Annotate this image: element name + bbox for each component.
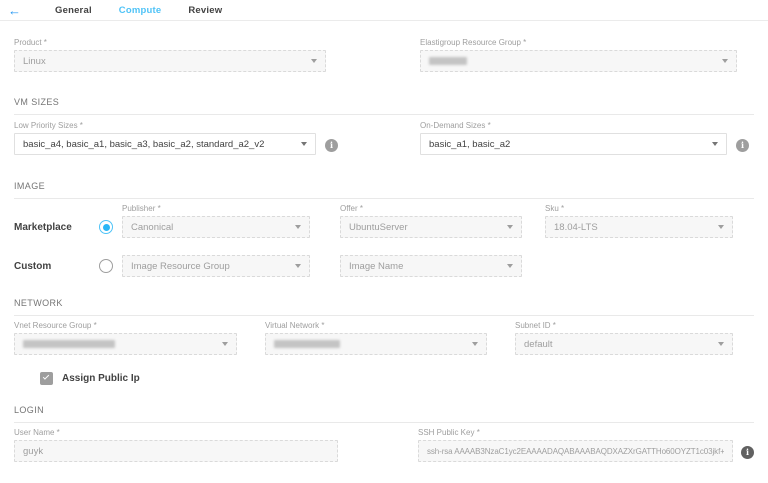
- assign-public-ip-label: Assign Public Ip: [62, 373, 140, 384]
- divider: [14, 315, 754, 316]
- publisher-label: Publisher *: [122, 204, 310, 213]
- vnet-rg-field-group: Vnet Resource Group *: [14, 321, 237, 355]
- subnet-id-select[interactable]: default: [515, 333, 733, 355]
- custom-radio[interactable]: [99, 259, 113, 273]
- offer-select[interactable]: UbuntuServer: [340, 216, 522, 238]
- low-priority-sizes-field-group: Low Priority Sizes * basic_a4, basic_a1,…: [14, 121, 316, 155]
- low-priority-sizes-select[interactable]: basic_a4, basic_a1, basic_a3, basic_a2, …: [14, 133, 316, 155]
- publisher-select[interactable]: Canonical: [122, 216, 310, 238]
- assign-public-ip-checkbox[interactable]: [40, 372, 53, 385]
- virtual-network-select[interactable]: [265, 333, 487, 355]
- offer-label: Offer *: [340, 204, 522, 213]
- custom-option: Custom: [14, 255, 122, 277]
- section-title-network: NETWORK: [14, 298, 754, 308]
- section-title-vm-sizes: VM SIZES: [14, 97, 754, 107]
- chevron-down-icon: [712, 142, 718, 146]
- low-priority-sizes-label: Low Priority Sizes *: [14, 121, 316, 130]
- chevron-down-icon: [301, 142, 307, 146]
- user-name-label: User Name *: [14, 428, 338, 437]
- sku-value: 18.04-LTS: [554, 222, 712, 233]
- sku-field-group: Sku * 18.04-LTS: [545, 204, 733, 238]
- assign-public-ip-row: Assign Public Ip: [40, 372, 754, 385]
- on-demand-sizes-field-group: On-Demand Sizes * basic_a1, basic_a2: [420, 121, 727, 155]
- virtual-network-field-group: Virtual Network *: [265, 321, 487, 355]
- product-field-group: Product * Linux: [14, 38, 326, 72]
- on-demand-sizes-value: basic_a1, basic_a2: [429, 139, 706, 150]
- ssh-public-key-value: ssh-rsa AAAAB3NzaC1yc2EAAAADAQABAAABAQDX…: [427, 447, 724, 456]
- image-resource-group-select[interactable]: Image Resource Group: [122, 255, 310, 277]
- info-icon[interactable]: i: [741, 446, 754, 459]
- chevron-down-icon: [507, 264, 513, 268]
- chevron-down-icon: [222, 342, 228, 346]
- back-arrow-icon[interactable]: ←: [8, 4, 28, 17]
- user-name-field-group: User Name * guyk: [14, 428, 338, 462]
- product-row: Product * Linux Elastigroup Resource Gro…: [14, 38, 754, 72]
- ssh-public-key-label: SSH Public Key *: [418, 428, 733, 437]
- chevron-down-icon: [507, 225, 513, 229]
- redacted-value: [274, 340, 340, 348]
- ssh-public-key-field-group: SSH Public Key * ssh-rsa AAAAB3NzaC1yc2E…: [418, 428, 733, 462]
- virtual-network-label: Virtual Network *: [265, 321, 487, 330]
- subnet-id-label: Subnet ID *: [515, 321, 733, 330]
- image-resource-group-placeholder: Image Resource Group: [131, 261, 289, 272]
- sku-select[interactable]: 18.04-LTS: [545, 216, 733, 238]
- vnet-rg-label: Vnet Resource Group *: [14, 321, 237, 330]
- elastigroup-rg-select[interactable]: [420, 50, 737, 72]
- network-row: Vnet Resource Group * Virtual Network * …: [14, 321, 754, 355]
- user-name-value: guyk: [23, 446, 329, 457]
- chevron-down-icon: [295, 225, 301, 229]
- chevron-down-icon: [718, 225, 724, 229]
- publisher-value: Canonical: [131, 222, 289, 233]
- marketplace-label: Marketplace: [14, 222, 72, 233]
- subnet-id-field-group: Subnet ID * default: [515, 321, 733, 355]
- elastigroup-rg-label: Elastigroup Resource Group *: [420, 38, 737, 47]
- subnet-id-value: default: [524, 339, 712, 350]
- compute-form: Product * Linux Elastigroup Resource Gro…: [0, 38, 768, 483]
- low-priority-sizes-value: basic_a4, basic_a1, basic_a3, basic_a2, …: [23, 139, 295, 150]
- info-icon[interactable]: i: [736, 139, 749, 152]
- chevron-down-icon: [295, 264, 301, 268]
- marketplace-option: Marketplace: [14, 216, 122, 238]
- tab-general[interactable]: General: [55, 5, 92, 16]
- check-icon: [43, 373, 49, 379]
- offer-value: UbuntuServer: [349, 222, 501, 233]
- divider: [14, 198, 754, 199]
- user-name-input[interactable]: guyk: [14, 440, 338, 462]
- chevron-down-icon: [718, 342, 724, 346]
- chevron-down-icon: [472, 342, 478, 346]
- ssh-public-key-input[interactable]: ssh-rsa AAAAB3NzaC1yc2EAAAADAQABAAABAQDX…: [418, 440, 733, 462]
- image-name-placeholder: Image Name: [349, 261, 501, 272]
- vm-sizes-row: Low Priority Sizes * basic_a4, basic_a1,…: [14, 121, 754, 155]
- divider: [14, 422, 754, 423]
- image-name-select[interactable]: Image Name: [340, 255, 522, 277]
- chevron-down-icon: [722, 59, 728, 63]
- redacted-value: [23, 340, 115, 348]
- marketplace-row: Marketplace Publisher * Canonical Offer …: [14, 204, 754, 238]
- info-icon[interactable]: i: [325, 139, 338, 152]
- elastigroup-rg-field-group: Elastigroup Resource Group *: [420, 38, 737, 72]
- on-demand-sizes-label: On-Demand Sizes *: [420, 121, 727, 130]
- offer-field-group: Offer * UbuntuServer: [340, 204, 522, 238]
- product-label: Product *: [14, 38, 326, 47]
- sku-label: Sku *: [545, 204, 733, 213]
- tab-review[interactable]: Review: [188, 5, 222, 16]
- chevron-down-icon: [311, 59, 317, 63]
- vnet-rg-select[interactable]: [14, 333, 237, 355]
- product-select[interactable]: Linux: [14, 50, 326, 72]
- on-demand-sizes-select[interactable]: basic_a1, basic_a2: [420, 133, 727, 155]
- publisher-field-group: Publisher * Canonical: [122, 204, 310, 238]
- custom-row: Custom Image Resource Group Image Name: [14, 255, 754, 277]
- section-title-login: LOGIN: [14, 405, 754, 415]
- section-title-image: IMAGE: [14, 181, 754, 191]
- marketplace-radio[interactable]: [99, 220, 113, 234]
- wizard-header: ← General Compute Review: [0, 0, 768, 21]
- divider: [14, 114, 754, 115]
- login-row: User Name * guyk SSH Public Key * ssh-rs…: [14, 428, 754, 462]
- redacted-value: [429, 57, 467, 65]
- product-value: Linux: [23, 56, 305, 67]
- custom-label: Custom: [14, 261, 51, 272]
- tab-compute[interactable]: Compute: [119, 5, 162, 16]
